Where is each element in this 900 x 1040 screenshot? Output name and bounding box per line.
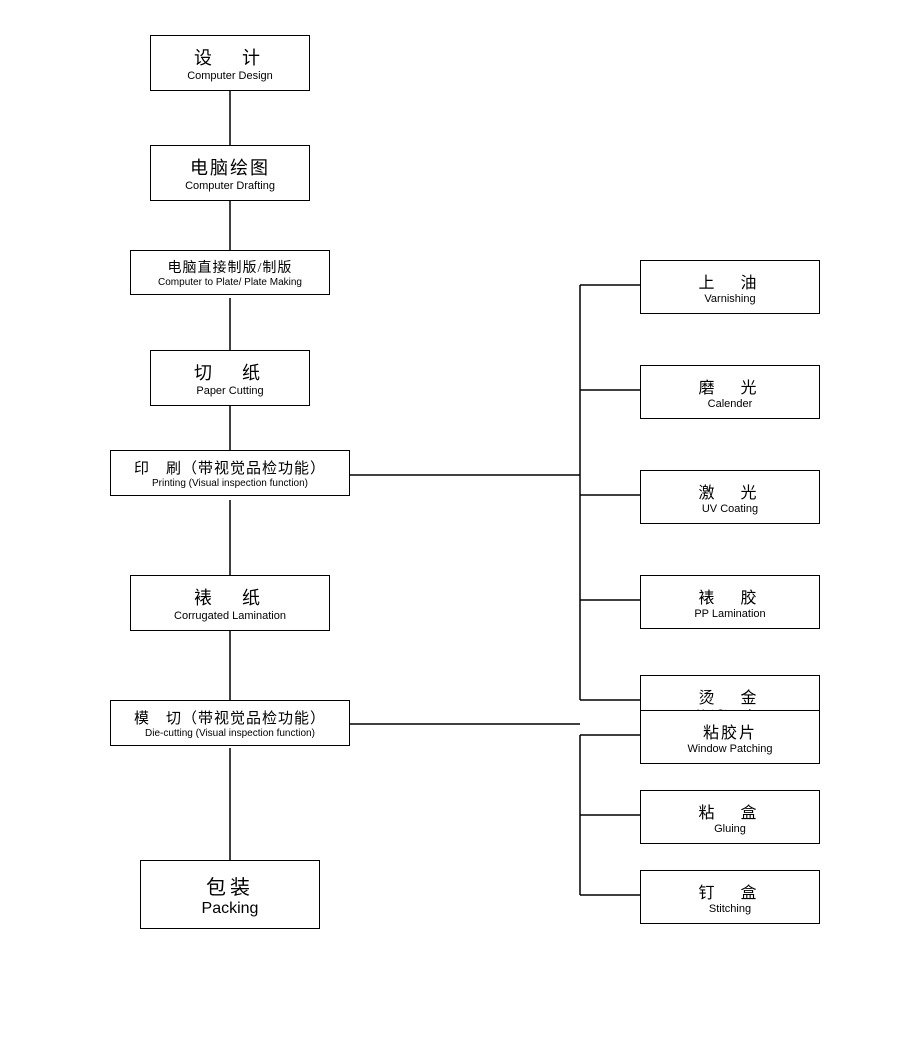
node-calender: 磨 光 Calender [640, 365, 820, 419]
node-en: Window Patching [651, 743, 809, 755]
node-packing: 包装 Packing [140, 860, 320, 929]
node-cn: 包装 [151, 871, 309, 900]
node-cn: 上 油 [651, 269, 809, 293]
node-en: Stitching [651, 903, 809, 915]
node-varnishing: 上 油 Varnishing [640, 260, 820, 314]
node-uv-coating: 激 光 UV Coating [640, 470, 820, 524]
node-en: PP Lamination [651, 608, 809, 620]
node-en: Computer to Plate/ Plate Making [139, 277, 321, 288]
node-cn: 印 刷（带视觉品检功能） [119, 457, 341, 478]
node-cn: 模 切（带视觉品检功能） [119, 707, 341, 728]
node-paper-cutting: 切 纸 Paper Cutting [150, 350, 310, 406]
node-en: Die-cutting (Visual inspection function) [119, 728, 341, 739]
node-cn: 粘胶片 [651, 719, 809, 743]
node-en: UV Coating [651, 503, 809, 515]
node-en: Computer Drafting [161, 180, 299, 192]
node-cn: 裱 胶 [651, 584, 809, 608]
node-en: Paper Cutting [161, 385, 299, 397]
node-gluing: 粘 盒 Gluing [640, 790, 820, 844]
node-die-cutting: 模 切（带视觉品检功能） Die-cutting (Visual inspect… [110, 700, 350, 746]
node-en: Packing [151, 900, 309, 918]
node-cn: 钉 盒 [651, 879, 809, 903]
node-cn: 电脑直接制版/制版 [139, 257, 321, 277]
node-cn: 设 计 [161, 44, 299, 70]
node-en: Computer Design [161, 70, 299, 82]
node-corrugated-lamination: 裱 纸 Corrugated Lamination [130, 575, 330, 631]
diagram-wrapper: 设 计 Computer Design 电脑绘图 Computer Drafti… [20, 20, 880, 1020]
node-en: Varnishing [651, 293, 809, 305]
node-computer-drafting: 电脑绘图 Computer Drafting [150, 145, 310, 201]
node-plate-making: 电脑直接制版/制版 Computer to Plate/ Plate Makin… [130, 250, 330, 295]
node-cn: 磨 光 [651, 374, 809, 398]
node-cn: 粘 盒 [651, 799, 809, 823]
node-pp-lamination: 裱 胶 PP Lamination [640, 575, 820, 629]
node-en: Printing (Visual inspection function) [119, 478, 341, 489]
node-cn: 裱 纸 [141, 584, 319, 610]
node-en: Corrugated Lamination [141, 610, 319, 622]
node-cn: 激 光 [651, 479, 809, 503]
node-printing: 印 刷（带视觉品检功能） Printing (Visual inspection… [110, 450, 350, 496]
node-cn: 切 纸 [161, 359, 299, 385]
node-cn: 电脑绘图 [161, 154, 299, 180]
node-stitching: 钉 盒 Stitching [640, 870, 820, 924]
node-en: Gluing [651, 823, 809, 835]
node-window-patching: 粘胶片 Window Patching [640, 710, 820, 764]
node-en: Calender [651, 398, 809, 410]
node-computer-design: 设 计 Computer Design [150, 35, 310, 91]
node-cn: 烫 金 [651, 684, 809, 708]
